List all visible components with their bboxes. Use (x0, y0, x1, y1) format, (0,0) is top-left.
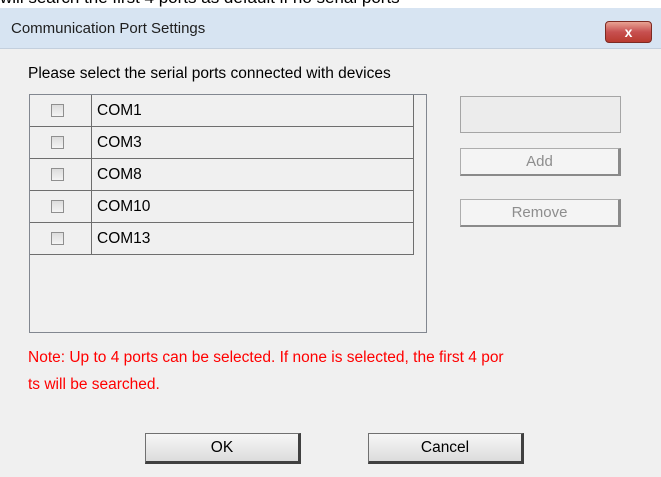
port-name-input[interactable] (460, 96, 621, 133)
note-text: Note: Up to 4 ports can be selected. If … (28, 344, 648, 398)
port-label: COM3 (97, 134, 142, 151)
background-text: will search the first 4 ports as default… (0, 0, 400, 8)
remove-button[interactable]: Remove (460, 199, 621, 227)
checkbox-cell (30, 223, 92, 254)
checkbox-cell (30, 159, 92, 190)
port-list[interactable]: COM1 COM3 COM8 COM10 COM13 (29, 94, 427, 333)
port-label: COM10 (97, 198, 151, 215)
add-button[interactable]: Add (460, 148, 621, 176)
port-row[interactable]: COM1 (30, 95, 414, 127)
dialog-titlebar: Communication Port Settings x (0, 8, 661, 49)
note-line: Note: Up to 4 ports can be selected. If … (28, 349, 504, 366)
port-checkbox[interactable] (51, 200, 64, 213)
port-checkbox[interactable] (51, 232, 64, 245)
ok-button[interactable]: OK (145, 433, 301, 464)
close-button[interactable]: x (605, 21, 652, 43)
cancel-button[interactable]: Cancel (368, 433, 524, 464)
instruction-text: Please select the serial ports connected… (28, 65, 391, 82)
checkbox-cell (30, 127, 92, 158)
background-window-text: will search the first 4 ports as default… (0, 0, 661, 8)
port-label: COM1 (97, 102, 142, 119)
note-line: ts will be searched. (28, 376, 160, 393)
dialog-title: Communication Port Settings (11, 20, 206, 37)
port-row[interactable]: COM8 (30, 159, 414, 191)
checkbox-cell (30, 191, 92, 222)
checkbox-cell (30, 95, 92, 126)
close-icon: x (624, 24, 633, 40)
port-row[interactable]: COM3 (30, 127, 414, 159)
port-label: COM13 (97, 230, 151, 247)
port-checkbox[interactable] (51, 136, 64, 149)
port-checkbox[interactable] (51, 168, 64, 181)
port-row[interactable]: COM13 (30, 223, 414, 255)
port-checkbox[interactable] (51, 104, 64, 117)
port-label: COM8 (97, 166, 142, 183)
port-row[interactable]: COM10 (30, 191, 414, 223)
